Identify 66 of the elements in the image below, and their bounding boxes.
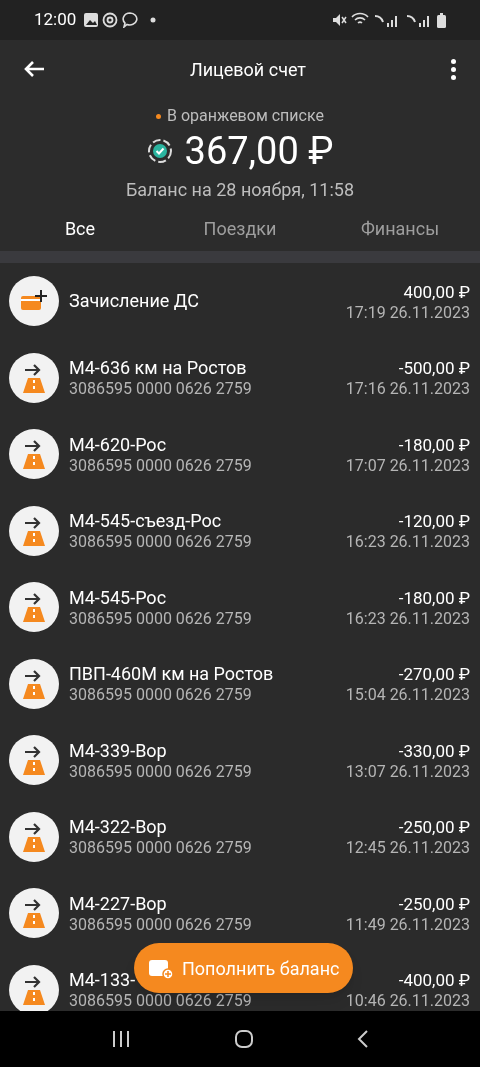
transaction-title: М4-545-съезд-Рос <box>69 510 222 533</box>
transaction-time: 17:19 26.11.2023 <box>345 302 470 322</box>
card-number: 3086595 0000 0626 2759 <box>69 838 252 858</box>
toll-road-icon <box>9 888 59 939</box>
list-status: В оранжевом списке <box>167 105 324 127</box>
transaction-amount: -180,00 ₽ <box>398 433 470 456</box>
balance-date: Баланс на 28 ноября, 11:58 <box>125 178 355 202</box>
card-number: 3086595 0000 0626 2759 <box>69 991 252 1011</box>
transaction-amount: -250,00 ₽ <box>398 892 470 915</box>
transaction-amount: -180,00 ₽ <box>398 586 470 609</box>
card-number: 3086595 0000 0626 2759 <box>69 761 252 781</box>
card-number: 3086595 0000 0626 2759 <box>69 914 252 934</box>
toll-road-icon <box>9 352 59 403</box>
card-number: 3086595 0000 0626 2759 <box>69 685 252 705</box>
filter-tab[interactable]: Финансы <box>320 205 480 251</box>
toll-road-icon <box>9 582 59 633</box>
balance-amount: 367,00 ₽ <box>184 130 334 172</box>
mute-icon <box>331 12 347 28</box>
transaction-time: 12:45 26.11.2023 <box>345 838 470 858</box>
card-number: 3086595 0000 0626 2759 <box>69 379 252 399</box>
status-time: 12:00 <box>34 8 77 32</box>
transaction-title: М4-339-Вор <box>69 739 167 762</box>
transaction-time: 15:04 26.11.2023 <box>345 685 470 705</box>
battery-icon <box>437 12 446 28</box>
transaction-amount: -500,00 ₽ <box>398 357 470 380</box>
card-number: 3086595 0000 0626 2759 <box>69 532 252 552</box>
transaction-amount: -400,00 ₽ <box>398 969 470 992</box>
recent-apps-icon[interactable] <box>111 1030 132 1048</box>
transaction-title: М4-620-Рос <box>69 433 167 456</box>
card-number: 3086595 0000 0626 2759 <box>69 608 252 628</box>
transaction-title: Зачисление ДС <box>69 290 199 313</box>
more-menu-button[interactable] <box>450 57 458 81</box>
transaction-title: М4-322-Вор <box>69 816 167 839</box>
toll-road-icon <box>9 429 59 480</box>
chat-bubble-icon <box>122 12 139 28</box>
transaction-amount: 400,00 ₽ <box>403 280 470 303</box>
toll-road-icon <box>9 505 59 556</box>
transaction-amount: -270,00 ₽ <box>398 663 470 686</box>
transaction-title: М4-227-Вор <box>69 892 167 915</box>
transaction-amount: -250,00 ₽ <box>398 816 470 839</box>
transaction-title: М4-545-Рос <box>69 586 167 609</box>
toll-road-icon <box>9 735 59 786</box>
transaction-time: 16:23 26.11.2023 <box>345 608 470 628</box>
transaction-title: ПВП-460М км на Ростов <box>69 663 274 686</box>
screen-title: Лицевой счет <box>189 57 307 82</box>
transaction-amount: -330,00 ₽ <box>398 739 470 762</box>
verified-icon <box>146 138 173 164</box>
filter-tab[interactable]: Все <box>0 205 160 251</box>
transaction-time: 11:49 26.11.2023 <box>345 914 470 934</box>
card-number: 3086595 0000 0626 2759 <box>69 455 252 475</box>
filter-tab[interactable]: Поездки <box>160 205 320 251</box>
transaction-time: 17:16 26.11.2023 <box>345 379 470 399</box>
transaction-time: 10:46 26.11.2023 <box>345 991 470 1011</box>
dot-icon <box>150 17 157 23</box>
transaction-time: 13:07 26.11.2023 <box>345 761 470 781</box>
image-icon <box>84 13 99 27</box>
transaction-title: М4-133- <box>69 969 136 992</box>
toll-road-icon <box>9 658 59 709</box>
transaction-amount: -120,00 ₽ <box>398 510 470 533</box>
transaction-time: 16:23 26.11.2023 <box>345 532 470 552</box>
transaction-title: М4-636 км на Ростов <box>69 357 247 380</box>
toll-road-icon <box>9 811 59 862</box>
transaction-time: 17:07 26.11.2023 <box>345 455 470 475</box>
back-icon[interactable] <box>356 1029 369 1049</box>
home-icon[interactable] <box>234 1029 254 1049</box>
card-plus-icon <box>9 276 59 327</box>
